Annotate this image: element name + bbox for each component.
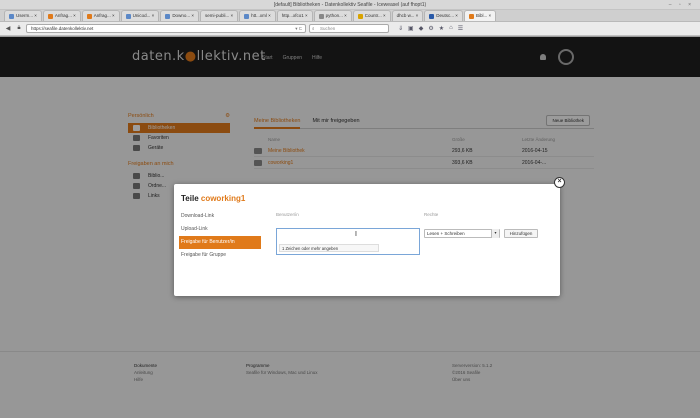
share-dialog: Teile coworking1 Download-Link Upload-Li… bbox=[174, 184, 560, 296]
download-icon[interactable]: ⇓ bbox=[398, 25, 403, 32]
favicon-icon bbox=[429, 13, 435, 19]
toolbar-icons: ⇓ ▣ ◆ ⚙ ★ ⌂ ☰ bbox=[398, 25, 463, 32]
favicon-icon bbox=[86, 13, 92, 19]
back-icon[interactable]: ◀ bbox=[4, 25, 12, 32]
browser-tab[interactable]: Userm... × bbox=[4, 10, 42, 21]
settings-icon[interactable]: ⚙ bbox=[428, 25, 433, 32]
window-title: [default] Bibliotheken - Datenkollektiv … bbox=[273, 2, 427, 8]
favicon-icon bbox=[165, 13, 171, 19]
share-nav-download-link[interactable]: Download-Link bbox=[179, 210, 261, 223]
browser-tab[interactable]: http...xfco1 × bbox=[276, 10, 313, 21]
permission-select[interactable]: Lesen + Schreiben ▾ bbox=[424, 229, 500, 238]
search-input[interactable]: ⌕ Suchen bbox=[309, 24, 389, 33]
user-search-input[interactable]: I 1 Zeichen oder mehr angeben bbox=[276, 228, 420, 255]
text-cursor-icon: I bbox=[355, 231, 357, 238]
lock-icon: 🔒︎ bbox=[17, 25, 21, 31]
window-titlebar: [default] Bibliotheken - Datenkollektiv … bbox=[0, 0, 700, 10]
favicon-icon bbox=[318, 13, 324, 19]
share-nav-group[interactable]: Freigabe für Gruppe bbox=[179, 249, 261, 262]
input-hint: 1 Zeichen oder mehr angeben bbox=[279, 244, 379, 252]
reload-icon[interactable]: ▾ C bbox=[295, 25, 302, 33]
home-icon[interactable]: ⌂ bbox=[449, 25, 453, 32]
browser-tab[interactable]: python... × bbox=[313, 10, 352, 21]
url-input[interactable]: https://seafile.datenkollektiv.net ▾ C bbox=[26, 24, 306, 33]
browser-tab[interactable]: Deutsc... × bbox=[424, 10, 463, 21]
share-type-nav: Download-Link Upload-Link Freigabe für B… bbox=[179, 210, 261, 262]
bookmark-icon[interactable]: ★ bbox=[439, 25, 444, 32]
browser-tab-active[interactable]: Bibl... × bbox=[463, 10, 497, 21]
browser-tab[interactable]: Downo... × bbox=[160, 10, 199, 21]
share-nav-user[interactable]: Freigabe für Benutzer/in bbox=[179, 236, 261, 249]
chevron-down-icon: ▾ bbox=[491, 229, 499, 238]
pocket-icon[interactable]: ▣ bbox=[408, 25, 414, 32]
favicon-icon bbox=[357, 13, 363, 19]
menu-icon[interactable]: ☰ bbox=[458, 25, 463, 32]
browser-tab[interactable]: Anfrag... × bbox=[42, 10, 81, 21]
browser-tab[interactable]: Countr... × bbox=[352, 10, 391, 21]
user-column-label: Benutzer/in bbox=[276, 212, 299, 217]
addon-icon[interactable]: ◆ bbox=[419, 25, 424, 32]
window-controls[interactable]: – ▫ × bbox=[669, 0, 694, 10]
share-nav-upload-link[interactable]: Upload-Link bbox=[179, 223, 261, 236]
browser-tab[interactable]: Unicod... × bbox=[120, 10, 160, 21]
browser-tab[interactable]: htt...xml × bbox=[239, 10, 276, 21]
search-icon: ⌕ bbox=[312, 26, 315, 31]
browser-tabbar: Userm... × Anfrag... × Anfrag... × Unico… bbox=[0, 10, 700, 22]
add-button[interactable]: Hinzufügen bbox=[504, 229, 538, 238]
favicon-icon bbox=[468, 13, 474, 19]
browser-tab[interactable]: Anfrag... × bbox=[81, 10, 120, 21]
favicon-icon bbox=[125, 13, 131, 19]
browser-tab[interactable]: dhcb w... × bbox=[391, 10, 424, 21]
favicon-icon bbox=[244, 13, 250, 19]
favicon-icon bbox=[9, 13, 14, 19]
close-icon[interactable]: × bbox=[554, 177, 565, 188]
browser-tab[interactable]: semi-publi... × bbox=[199, 10, 239, 21]
dialog-title: Teile coworking1 bbox=[181, 194, 246, 203]
favicon-icon bbox=[47, 13, 53, 19]
browser-navbar: ◀ 🔒︎ https://seafile.datenkollektiv.net … bbox=[0, 22, 700, 36]
permission-column-label: Rechte bbox=[424, 212, 439, 217]
